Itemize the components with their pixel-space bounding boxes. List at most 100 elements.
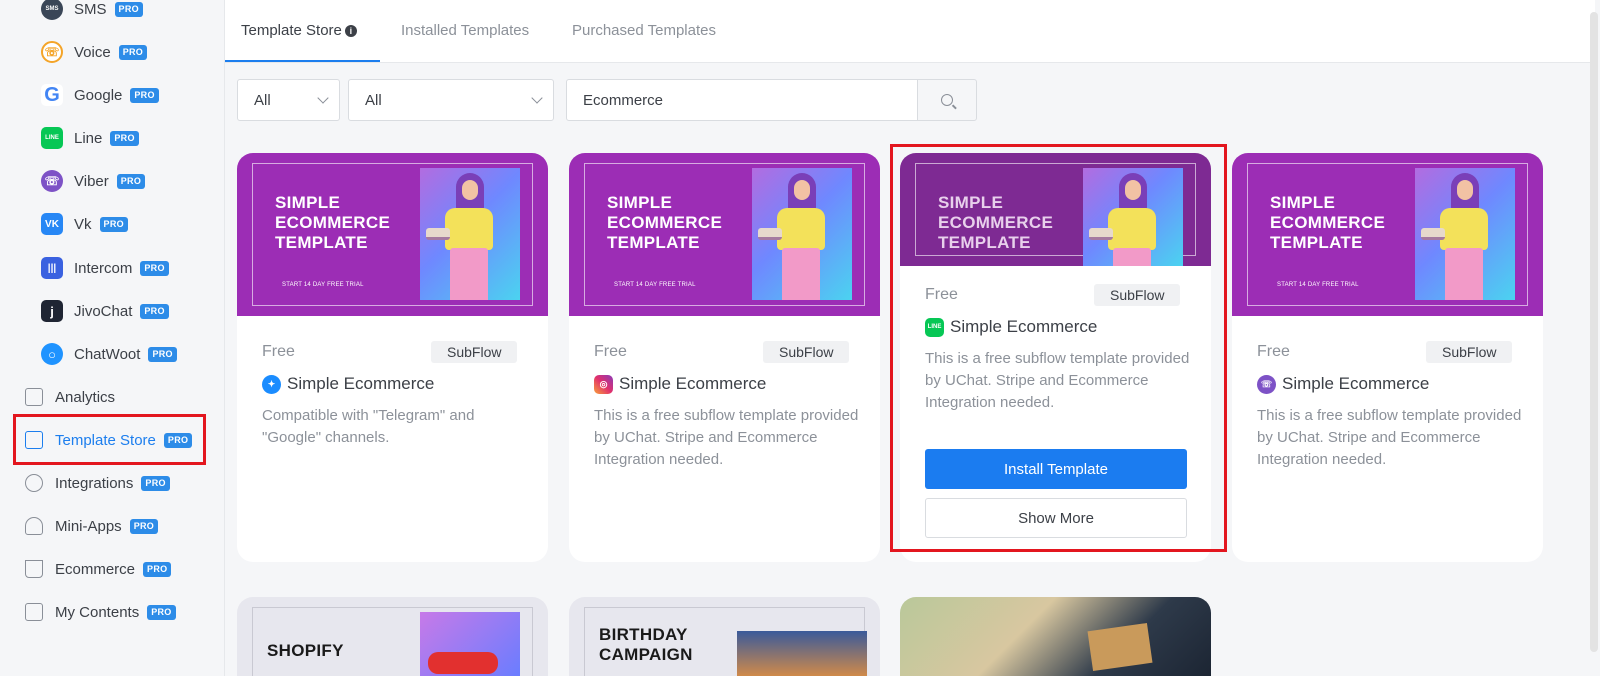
chatwoot-icon: ○	[41, 343, 63, 365]
pro-badge: PRO	[148, 346, 177, 362]
my-contents-icon	[25, 603, 43, 621]
pro-badge: PRO	[143, 561, 172, 577]
active-tab-indicator	[225, 60, 380, 62]
sidebar-item-label: Integrations	[55, 474, 134, 492]
line-icon: LINE	[925, 317, 944, 337]
sidebar-item-sms[interactable]: SMS SMS PRO	[41, 0, 143, 24]
sidebar-item-vk[interactable]: VK Vk PRO	[41, 209, 128, 239]
template-banner: SIMPLE ECOMMERCE TEMPLATE START 14 DAY FRE…	[569, 153, 880, 316]
sidebar-item-label: Ecommerce	[55, 560, 136, 578]
pro-badge: PRO	[129, 518, 159, 534]
search-input[interactable]	[566, 79, 918, 121]
card-description: This is a free subflow template provided…	[925, 350, 1190, 411]
card-title-text: Simple Ecommerce	[950, 317, 1098, 336]
sidebar-item-label: Intercom	[74, 259, 133, 277]
sidebar-item-label: Google	[74, 86, 123, 104]
template-card[interactable]: SHOPIFY	[237, 597, 548, 676]
sidebar-item-label: ChatWoot	[74, 345, 141, 363]
pro-badge: PRO	[114, 1, 143, 17]
filter-select-2[interactable]: All	[348, 79, 554, 121]
banner-photo	[1087, 623, 1153, 671]
banner-title: SIMPLE ECOMMERCE TEMPLATE	[1270, 193, 1386, 252]
banner-photo	[737, 631, 867, 676]
sidebar-item-mini-apps[interactable]: Mini-Apps PRO	[25, 511, 159, 541]
sidebar-item-analytics[interactable]: Analytics	[25, 382, 123, 412]
price-label: Free	[594, 343, 627, 360]
sidebar-item-intercom[interactable]: ||| Intercom PRO	[41, 253, 169, 283]
sidebar-item-label: Viber	[74, 172, 109, 190]
pro-badge: PRO	[130, 87, 159, 103]
tab-bar: Template Store i Installed Templates Purc…	[225, 0, 1595, 63]
show-more-button[interactable]: Show More	[925, 498, 1187, 538]
filter-select-1[interactable]: All	[237, 79, 340, 121]
banner-subtitle: START 14 DAY FREE TRIAL	[614, 282, 696, 288]
banner-subtitle: START 14 DAY FREE TRIAL	[282, 282, 364, 288]
price-label: Free	[925, 286, 958, 303]
sidebar-item-label: Vk	[74, 215, 92, 233]
sidebar-item-ecommerce[interactable]: Ecommerce PRO	[25, 554, 172, 584]
vk-icon: VK	[41, 213, 63, 235]
tab-template-store[interactable]: Template Store i	[241, 22, 357, 39]
sidebar-item-chatwoot[interactable]: ○ ChatWoot PRO	[41, 339, 177, 369]
template-card-selected[interactable]: SIMPLE ECOMMERCE TEMPLATE Free SubFlow LIN…	[900, 153, 1211, 562]
template-card[interactable]	[900, 597, 1211, 676]
banner-title: SIMPLE ECOMMERCE TEMPLATE	[275, 193, 391, 252]
search-icon	[941, 94, 953, 106]
pro-badge: PRO	[99, 216, 128, 232]
filter-select-value: All	[365, 91, 382, 109]
jivochat-icon: j	[41, 300, 63, 322]
sidebar-item-my-contents[interactable]: My Contents PRO	[25, 597, 176, 627]
banner-photo	[1083, 168, 1183, 266]
sidebar-item-voice[interactable]: ☏ Voice PRO	[41, 37, 148, 67]
sidebar-item-integrations[interactable]: Integrations PRO	[25, 468, 170, 498]
price-label: Free	[1257, 343, 1290, 360]
card-title: ☏ Simple Ecommerce	[1257, 374, 1429, 394]
sidebar-item-label: My Contents	[55, 603, 140, 621]
card-title: ◎ Simple Ecommerce	[594, 374, 766, 394]
type-badge: SubFlow	[431, 341, 518, 363]
intercom-icon: |||	[41, 257, 63, 279]
sidebar-item-label: Mini-Apps	[55, 517, 122, 535]
template-card[interactable]: BIRTHDAY CAMPAIGN	[569, 597, 880, 676]
tab-installed-templates[interactable]: Installed Templates	[401, 22, 529, 39]
sidebar-item-label: Analytics	[55, 388, 116, 406]
filter-select-value: All	[254, 91, 271, 109]
banner-title: SIMPLE ECOMMERCE TEMPLATE	[607, 193, 723, 252]
card-description: Compatible with "Telegram" and "Google" …	[262, 407, 475, 446]
card-description: This is a free subflow template provided…	[1257, 407, 1522, 468]
price-label: Free	[262, 343, 295, 360]
banner-photo	[420, 612, 520, 676]
sidebar-item-jivochat[interactable]: j JivoChat PRO	[41, 296, 169, 326]
banner-photo	[420, 168, 520, 300]
mini-apps-icon	[25, 517, 43, 535]
card-title: ✦ Simple Ecommerce	[262, 374, 434, 394]
sidebar-item-line[interactable]: LINE Line PRO	[41, 123, 139, 153]
sidebar-item-label: JivoChat	[74, 302, 133, 320]
tab-purchased-templates[interactable]: Purchased Templates	[572, 22, 716, 39]
pro-badge: PRO	[140, 303, 169, 319]
messenger-icon: ✦	[262, 374, 281, 394]
pro-badge: PRO	[140, 260, 169, 276]
viber-icon: ☏	[1257, 374, 1276, 394]
voice-icon: ☏	[41, 41, 63, 63]
banner-title: SHOPIFY	[267, 641, 344, 660]
sms-icon: SMS	[41, 0, 63, 20]
pro-badge: PRO	[118, 44, 148, 60]
pro-badge: PRO	[141, 475, 170, 491]
sidebar-item-label: Voice	[74, 43, 111, 61]
banner-title: BIRTHDAY CAMPAIGN	[599, 625, 693, 664]
search-button[interactable]	[917, 79, 977, 121]
sidebar-item-google[interactable]: G Google PRO	[41, 80, 159, 110]
banner-photo	[1415, 168, 1515, 300]
banner-photo	[752, 168, 852, 300]
card-description: This is a free subflow template provided…	[594, 407, 859, 468]
template-card[interactable]: SIMPLE ECOMMERCE TEMPLATE START 14 DAY FRE…	[1232, 153, 1543, 562]
template-card[interactable]: SIMPLE ECOMMERCE TEMPLATE START 14 DAY FRE…	[237, 153, 548, 562]
template-card[interactable]: SIMPLE ECOMMERCE TEMPLATE START 14 DAY FRE…	[569, 153, 880, 562]
info-icon[interactable]: i	[344, 25, 357, 37]
pro-badge: PRO	[116, 173, 146, 189]
sidebar-item-viber[interactable]: ☏ Viber PRO	[41, 166, 146, 196]
scrollbar[interactable]	[1590, 12, 1598, 652]
ecommerce-icon	[25, 560, 43, 578]
install-template-button[interactable]: Install Template	[925, 449, 1187, 489]
